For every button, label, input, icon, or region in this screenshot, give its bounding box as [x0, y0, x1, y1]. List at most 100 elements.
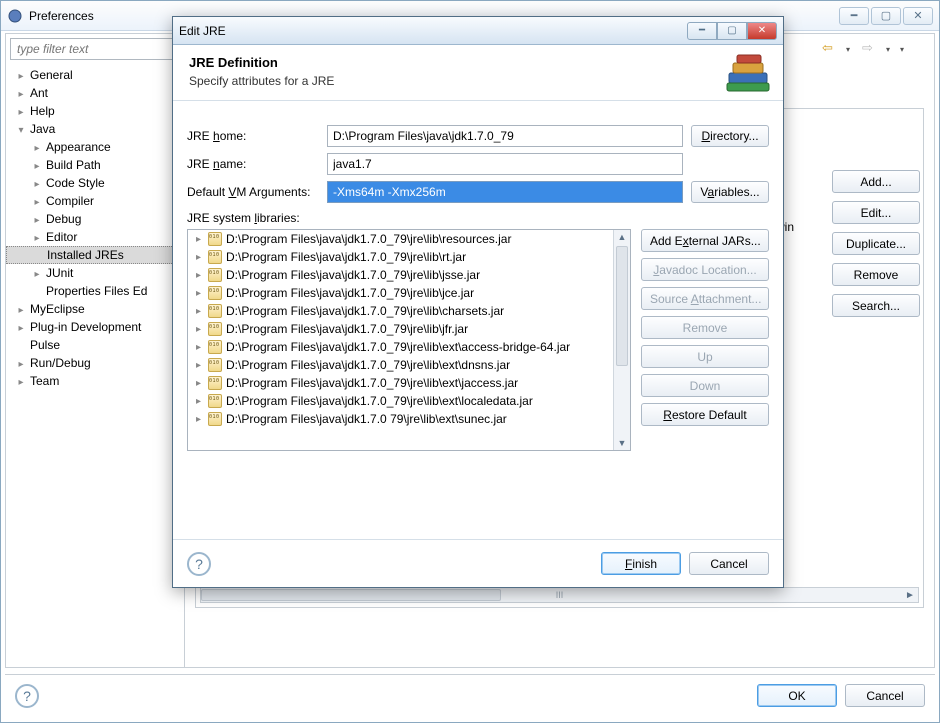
- tree-item[interactable]: Editor: [6, 228, 184, 246]
- ok-button[interactable]: OK: [757, 684, 837, 707]
- dialog-head-subtitle: Specify attributes for a JRE: [189, 74, 767, 88]
- edit-jre-dialog: Edit JRE ━ ▢ ✕ JRE Definition Specify at…: [172, 16, 784, 588]
- scroll-down-button[interactable]: ▼: [614, 436, 630, 450]
- cancel-button[interactable]: Cancel: [845, 684, 925, 707]
- tree-item[interactable]: Java: [6, 120, 184, 138]
- source-attachment-button[interactable]: Source Attachment...: [641, 287, 769, 310]
- library-item[interactable]: ▸D:\Program Files\java\jdk1.7.0 79\jre\l…: [188, 410, 613, 428]
- tree-item[interactable]: Installed JREs: [6, 246, 184, 264]
- scroll-right-button[interactable]: ►: [902, 588, 918, 602]
- library-item[interactable]: ▸D:\Program Files\java\jdk1.7.0_79\jre\l…: [188, 392, 613, 410]
- tree-item[interactable]: Pulse: [6, 336, 184, 354]
- dialog-cancel-button[interactable]: Cancel: [689, 552, 769, 575]
- nav-back-button[interactable]: ⇦: [822, 40, 844, 58]
- system-libraries-list[interactable]: ▸D:\Program Files\java\jdk1.7.0_79\jre\l…: [187, 229, 631, 451]
- system-libraries-label: JRE system libraries:: [187, 211, 769, 225]
- filter-input[interactable]: [10, 38, 180, 60]
- jar-icon: [208, 322, 222, 336]
- tree-item[interactable]: Debug: [6, 210, 184, 228]
- add-button[interactable]: Add...: [832, 170, 920, 193]
- dialog-minimize-button[interactable]: ━: [687, 22, 717, 40]
- dialog-close-button[interactable]: ✕: [747, 22, 777, 40]
- library-path: D:\Program Files\java\jdk1.7.0_79\jre\li…: [226, 286, 474, 300]
- dialog-maximize-button[interactable]: ▢: [717, 22, 747, 40]
- tree-item[interactable]: General: [6, 66, 184, 84]
- library-path: D:\Program Files\java\jdk1.7.0_79\jre\li…: [226, 250, 466, 264]
- finish-button[interactable]: Finish: [601, 552, 681, 575]
- library-item[interactable]: ▸D:\Program Files\java\jdk1.7.0_79\jre\l…: [188, 230, 613, 248]
- scroll-thumb[interactable]: [616, 246, 628, 366]
- remove-button[interactable]: Remove: [832, 263, 920, 286]
- nav-menu-button[interactable]: ▾: [902, 40, 924, 58]
- scroll-up-button[interactable]: ▲: [614, 230, 630, 244]
- tree-item[interactable]: MyEclipse: [6, 300, 184, 318]
- minimize-button[interactable]: ━: [839, 7, 869, 25]
- jre-name-input[interactable]: [327, 153, 683, 175]
- dialog-head-title: JRE Definition: [189, 55, 767, 70]
- library-path: D:\Program Files\java\jdk1.7.0_79\jre\li…: [226, 268, 480, 282]
- horizontal-scrollbar[interactable]: ◄ III ►: [200, 587, 919, 603]
- jar-icon: [208, 394, 222, 408]
- close-button[interactable]: ✕: [903, 7, 933, 25]
- lib-up-button[interactable]: Up: [641, 345, 769, 368]
- preferences-footer: ? OK Cancel: [5, 674, 935, 716]
- lib-vertical-scrollbar[interactable]: ▲ ▼: [613, 230, 630, 450]
- jar-icon: [208, 376, 222, 390]
- jar-icon: [208, 232, 222, 246]
- add-external-jars-button[interactable]: Add External JARs...: [641, 229, 769, 252]
- tree-item[interactable]: Run/Debug: [6, 354, 184, 372]
- tree-item[interactable]: Build Path: [6, 156, 184, 174]
- tree-item[interactable]: Compiler: [6, 192, 184, 210]
- restore-default-button[interactable]: Restore Default: [641, 403, 769, 426]
- jar-icon: [208, 340, 222, 354]
- jre-home-label: JRE home:: [187, 129, 327, 143]
- library-item[interactable]: ▸D:\Program Files\java\jdk1.7.0_79\jre\l…: [188, 302, 613, 320]
- library-path: D:\Program Files\java\jdk1.7.0_79\jre\li…: [226, 394, 533, 408]
- preferences-sidebar: GeneralAntHelpJavaAppearanceBuild PathCo…: [5, 33, 185, 668]
- maximize-button[interactable]: ▢: [871, 7, 901, 25]
- tree-item[interactable]: Help: [6, 102, 184, 120]
- tree-item[interactable]: Code Style: [6, 174, 184, 192]
- eclipse-icon: [7, 8, 23, 24]
- preferences-tree[interactable]: GeneralAntHelpJavaAppearanceBuild PathCo…: [6, 64, 184, 667]
- duplicate-button[interactable]: Duplicate...: [832, 232, 920, 255]
- library-path: D:\Program Files\java\jdk1.7.0_79\jre\li…: [226, 358, 510, 372]
- jre-home-input[interactable]: [327, 125, 683, 147]
- tree-item[interactable]: Team: [6, 372, 184, 390]
- default-vm-args-label: Default VM Arguments:: [187, 185, 327, 199]
- dialog-titlebar[interactable]: Edit JRE ━ ▢ ✕: [173, 17, 783, 45]
- javadoc-location-button[interactable]: Javadoc Location...: [641, 258, 769, 281]
- lib-down-button[interactable]: Down: [641, 374, 769, 397]
- jar-icon: [208, 268, 222, 282]
- edit-button[interactable]: Edit...: [832, 201, 920, 224]
- default-vm-args-input[interactable]: -Xms64m -Xmx256m: [327, 181, 683, 203]
- jar-icon: [208, 304, 222, 318]
- library-item[interactable]: ▸D:\Program Files\java\jdk1.7.0_79\jre\l…: [188, 248, 613, 266]
- books-icon: [725, 51, 771, 97]
- nav-forward-button[interactable]: ⇨: [862, 40, 884, 58]
- library-item[interactable]: ▸D:\Program Files\java\jdk1.7.0_79\jre\l…: [188, 320, 613, 338]
- help-icon[interactable]: ?: [187, 552, 211, 576]
- library-path: D:\Program Files\java\jdk1.7.0_79\jre\li…: [226, 322, 468, 336]
- library-item[interactable]: ▸D:\Program Files\java\jdk1.7.0_79\jre\l…: [188, 284, 613, 302]
- tree-item[interactable]: Ant: [6, 84, 184, 102]
- dialog-title: Edit JRE: [179, 24, 226, 38]
- directory-button[interactable]: Directory...: [691, 125, 769, 147]
- scroll-thumb[interactable]: [201, 589, 501, 601]
- variables-button[interactable]: Variables...: [691, 181, 769, 203]
- jre-name-label: JRE name:: [187, 157, 327, 171]
- library-item[interactable]: ▸D:\Program Files\java\jdk1.7.0_79\jre\l…: [188, 338, 613, 356]
- jar-icon: [208, 250, 222, 264]
- tree-item[interactable]: Appearance: [6, 138, 184, 156]
- tree-item[interactable]: JUnit: [6, 264, 184, 282]
- tree-item[interactable]: Properties Files Ed: [6, 282, 184, 300]
- tree-item[interactable]: Plug-in Development: [6, 318, 184, 336]
- library-item[interactable]: ▸D:\Program Files\java\jdk1.7.0_79\jre\l…: [188, 374, 613, 392]
- help-icon[interactable]: ?: [15, 684, 39, 708]
- library-path: D:\Program Files\java\jdk1.7.0_79\jre\li…: [226, 376, 518, 390]
- library-item[interactable]: ▸D:\Program Files\java\jdk1.7.0_79\jre\l…: [188, 356, 613, 374]
- jar-icon: [208, 358, 222, 372]
- search-button[interactable]: Search...: [832, 294, 920, 317]
- library-item[interactable]: ▸D:\Program Files\java\jdk1.7.0_79\jre\l…: [188, 266, 613, 284]
- lib-remove-button[interactable]: Remove: [641, 316, 769, 339]
